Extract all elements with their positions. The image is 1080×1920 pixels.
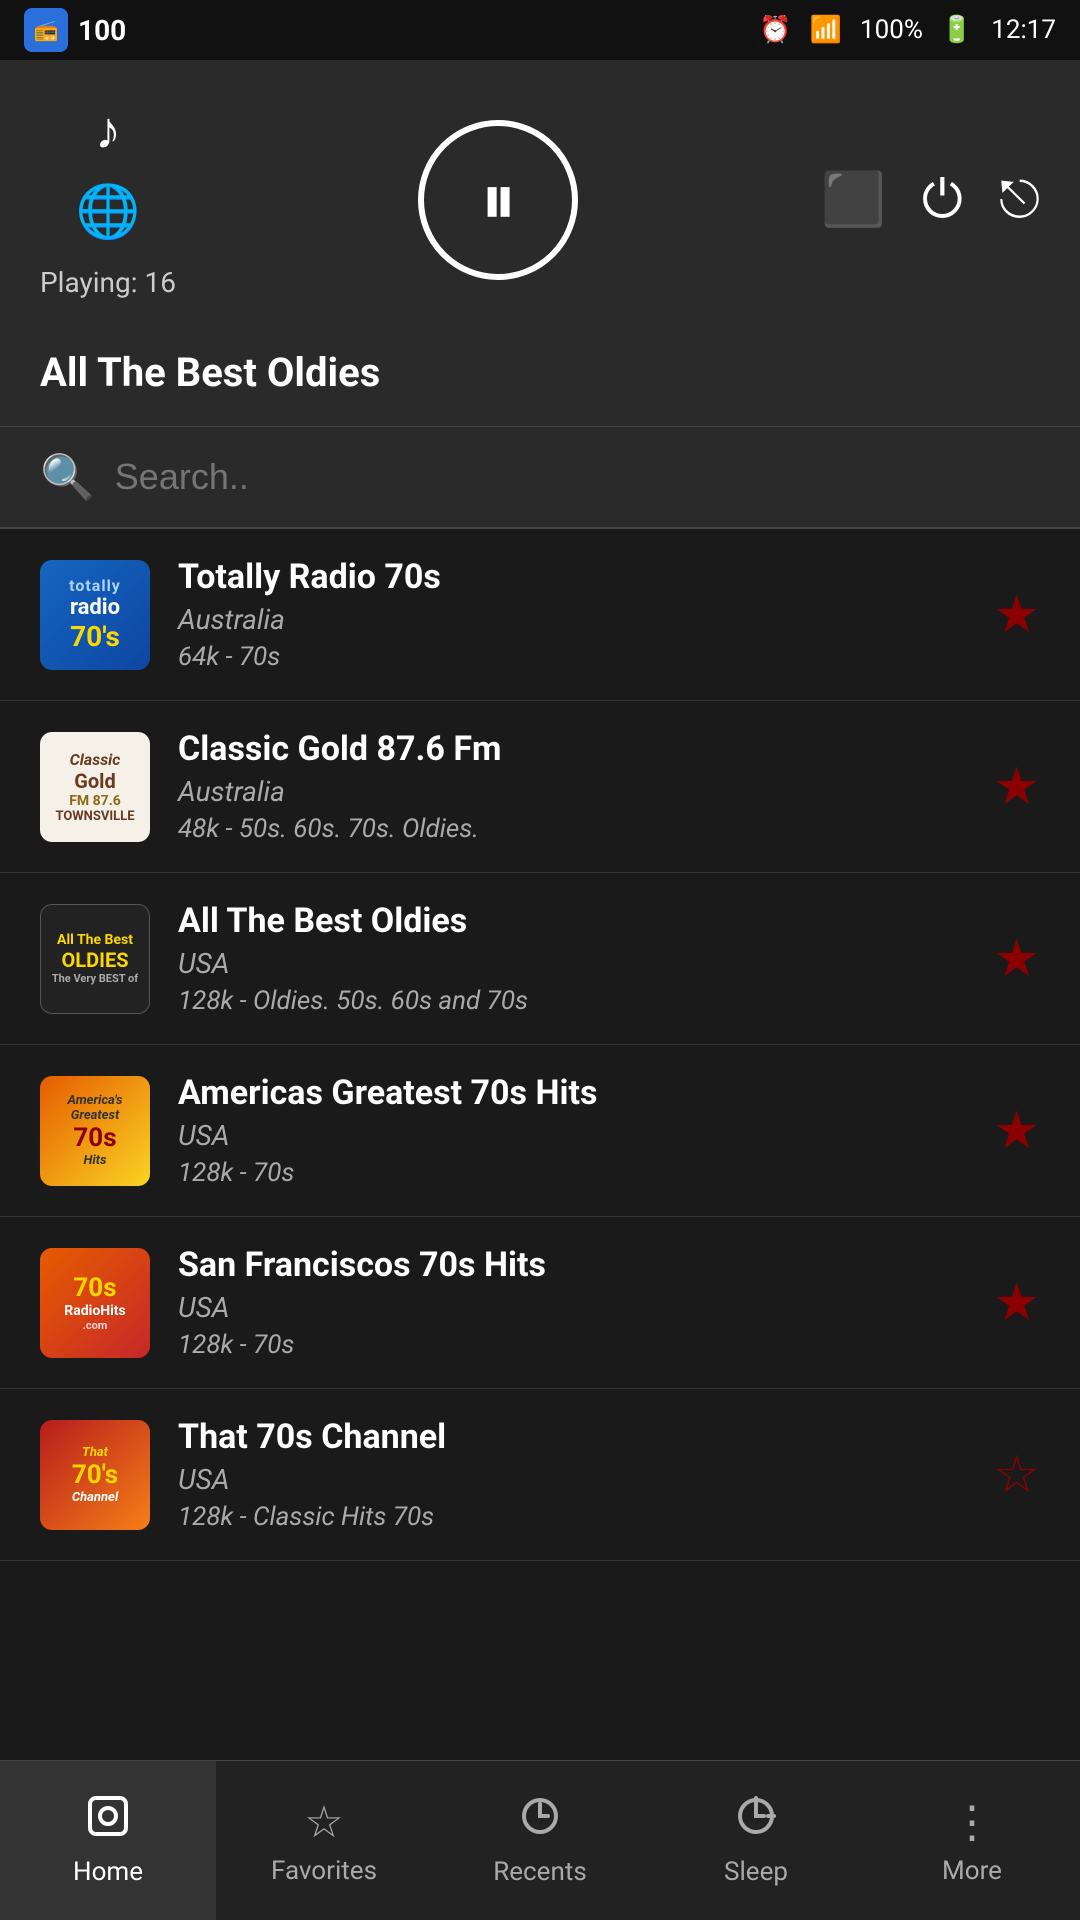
station-name: Americas Greatest 70s Hits xyxy=(178,1073,965,1113)
station-logo: America's Greatest 70s Hits xyxy=(40,1076,150,1186)
alarm-icon: ⏰ xyxy=(759,15,791,45)
status-left: 📻 100 xyxy=(24,8,126,52)
station-country: USA xyxy=(178,947,965,980)
station-meta: 64k - 70s xyxy=(178,642,965,672)
app-icon: 📻 xyxy=(24,8,68,52)
share-button[interactable]: ⎋ xyxy=(999,169,1040,231)
player-right-controls: ⬛ ⏻ ⎋ xyxy=(821,169,1040,231)
search-bar: 🔍 xyxy=(0,427,1080,529)
more-icon: ⋮ xyxy=(950,1796,994,1848)
favorite-star[interactable]: ★ xyxy=(993,756,1040,817)
station-info: Totally Radio 70s Australia 64k - 70s xyxy=(178,557,965,672)
station-meta: 128k - Oldies. 50s. 60s and 70s xyxy=(178,986,965,1016)
power-button[interactable]: ⏻ xyxy=(922,169,963,231)
station-info: Classic Gold 87.6 Fm Australia 48k - 50s… xyxy=(178,729,965,844)
player-left-controls: ♪ 🌐 Playing: 16 xyxy=(40,100,176,299)
nav-sleep[interactable]: Sleep xyxy=(648,1761,864,1920)
station-name: Totally Radio 70s xyxy=(178,557,965,597)
station-name: That 70s Channel xyxy=(178,1417,965,1457)
nav-recents[interactable]: Recents xyxy=(432,1761,648,1920)
current-station-title: All The Best Oldies xyxy=(0,329,1080,427)
station-meta: 128k - 70s xyxy=(178,1330,965,1360)
station-logo: All The Best OLDIES The Very BEST of xyxy=(40,904,150,1014)
status-right: ⏰ 📶 100% 🔋 12:17 xyxy=(759,15,1056,45)
more-label: More xyxy=(942,1856,1002,1886)
station-meta: 128k - Classic Hits 70s xyxy=(178,1502,965,1532)
recents-label: Recents xyxy=(493,1857,587,1887)
favorite-star[interactable]: ★ xyxy=(993,1272,1040,1333)
station-name: Classic Gold 87.6 Fm xyxy=(178,729,965,769)
sleep-icon xyxy=(734,1794,778,1849)
battery-icon: 🔋 xyxy=(941,15,973,45)
home-icon xyxy=(86,1794,130,1849)
favorite-star[interactable]: ★ xyxy=(993,928,1040,989)
bottom-nav: Home ☆ Favorites Recents Sleep ⋮ More xyxy=(0,1760,1080,1920)
sleep-label: Sleep xyxy=(724,1857,788,1887)
list-item[interactable]: totally radio 70's Totally Radio 70s Aus… xyxy=(0,529,1080,701)
nav-favorites[interactable]: ☆ Favorites xyxy=(216,1761,432,1920)
search-input[interactable] xyxy=(115,456,1040,498)
station-info: Americas Greatest 70s Hits USA 128k - 70… xyxy=(178,1073,965,1188)
station-logo: 70s RadioHits .com xyxy=(40,1248,150,1358)
pause-button[interactable]: ⏸ xyxy=(418,120,578,280)
nav-more[interactable]: ⋮ More xyxy=(864,1761,1080,1920)
list-item[interactable]: 70s RadioHits .com San Franciscos 70s Hi… xyxy=(0,1217,1080,1389)
station-country: USA xyxy=(178,1463,965,1496)
status-bar: 📻 100 ⏰ 📶 100% 🔋 12:17 xyxy=(0,0,1080,60)
station-logo: totally radio 70's xyxy=(40,560,150,670)
list-item[interactable]: That 70's Channel That 70s Channel USA 1… xyxy=(0,1389,1080,1561)
app-number: 100 xyxy=(78,14,126,47)
station-name: All The Best Oldies xyxy=(178,901,965,941)
list-item[interactable]: America's Greatest 70s Hits Americas Gre… xyxy=(0,1045,1080,1217)
station-logo: Classic Gold FM 87.6 TOWNSVILLE xyxy=(40,732,150,842)
clock: 12:17 xyxy=(991,15,1056,45)
station-info: San Franciscos 70s Hits USA 128k - 70s xyxy=(178,1245,965,1360)
search-icon: 🔍 xyxy=(40,451,95,503)
nav-home[interactable]: Home xyxy=(0,1761,216,1920)
station-meta: 128k - 70s xyxy=(178,1158,965,1188)
favorite-star[interactable]: ★ xyxy=(993,584,1040,645)
favorite-star[interactable]: ☆ xyxy=(993,1444,1040,1505)
playing-label: Playing: 16 xyxy=(40,266,176,299)
home-label: Home xyxy=(73,1857,143,1887)
station-info: That 70s Channel USA 128k - Classic Hits… xyxy=(178,1417,965,1532)
station-country: USA xyxy=(178,1291,965,1324)
station-country: USA xyxy=(178,1119,965,1152)
player-header: ♪ 🌐 Playing: 16 ⏸ ⬛ ⏻ ⎋ xyxy=(0,60,1080,329)
station-name: San Franciscos 70s Hits xyxy=(178,1245,965,1285)
battery-text: 100% xyxy=(860,15,923,45)
favorite-star[interactable]: ★ xyxy=(993,1100,1040,1161)
list-item[interactable]: All The Best OLDIES The Very BEST of All… xyxy=(0,873,1080,1045)
station-country: Australia xyxy=(178,603,965,636)
station-list: totally radio 70's Totally Radio 70s Aus… xyxy=(0,529,1080,1799)
globe-icon[interactable]: 🌐 xyxy=(76,181,141,242)
station-country: Australia xyxy=(178,775,965,808)
music-note-icon[interactable]: ♪ xyxy=(95,100,121,161)
pause-icon: ⏸ xyxy=(480,164,516,236)
station-info: All The Best Oldies USA 128k - Oldies. 5… xyxy=(178,901,965,1016)
favorites-icon: ☆ xyxy=(304,1796,343,1848)
station-meta: 48k - 50s. 60s. 70s. Oldies. xyxy=(178,814,965,844)
stop-button[interactable]: ⬛ xyxy=(821,169,886,230)
wifi-icon: 📶 xyxy=(810,15,842,45)
favorites-label: Favorites xyxy=(271,1856,377,1886)
list-item[interactable]: Classic Gold FM 87.6 TOWNSVILLE Classic … xyxy=(0,701,1080,873)
station-logo: That 70's Channel xyxy=(40,1420,150,1530)
recents-icon xyxy=(518,1794,562,1849)
